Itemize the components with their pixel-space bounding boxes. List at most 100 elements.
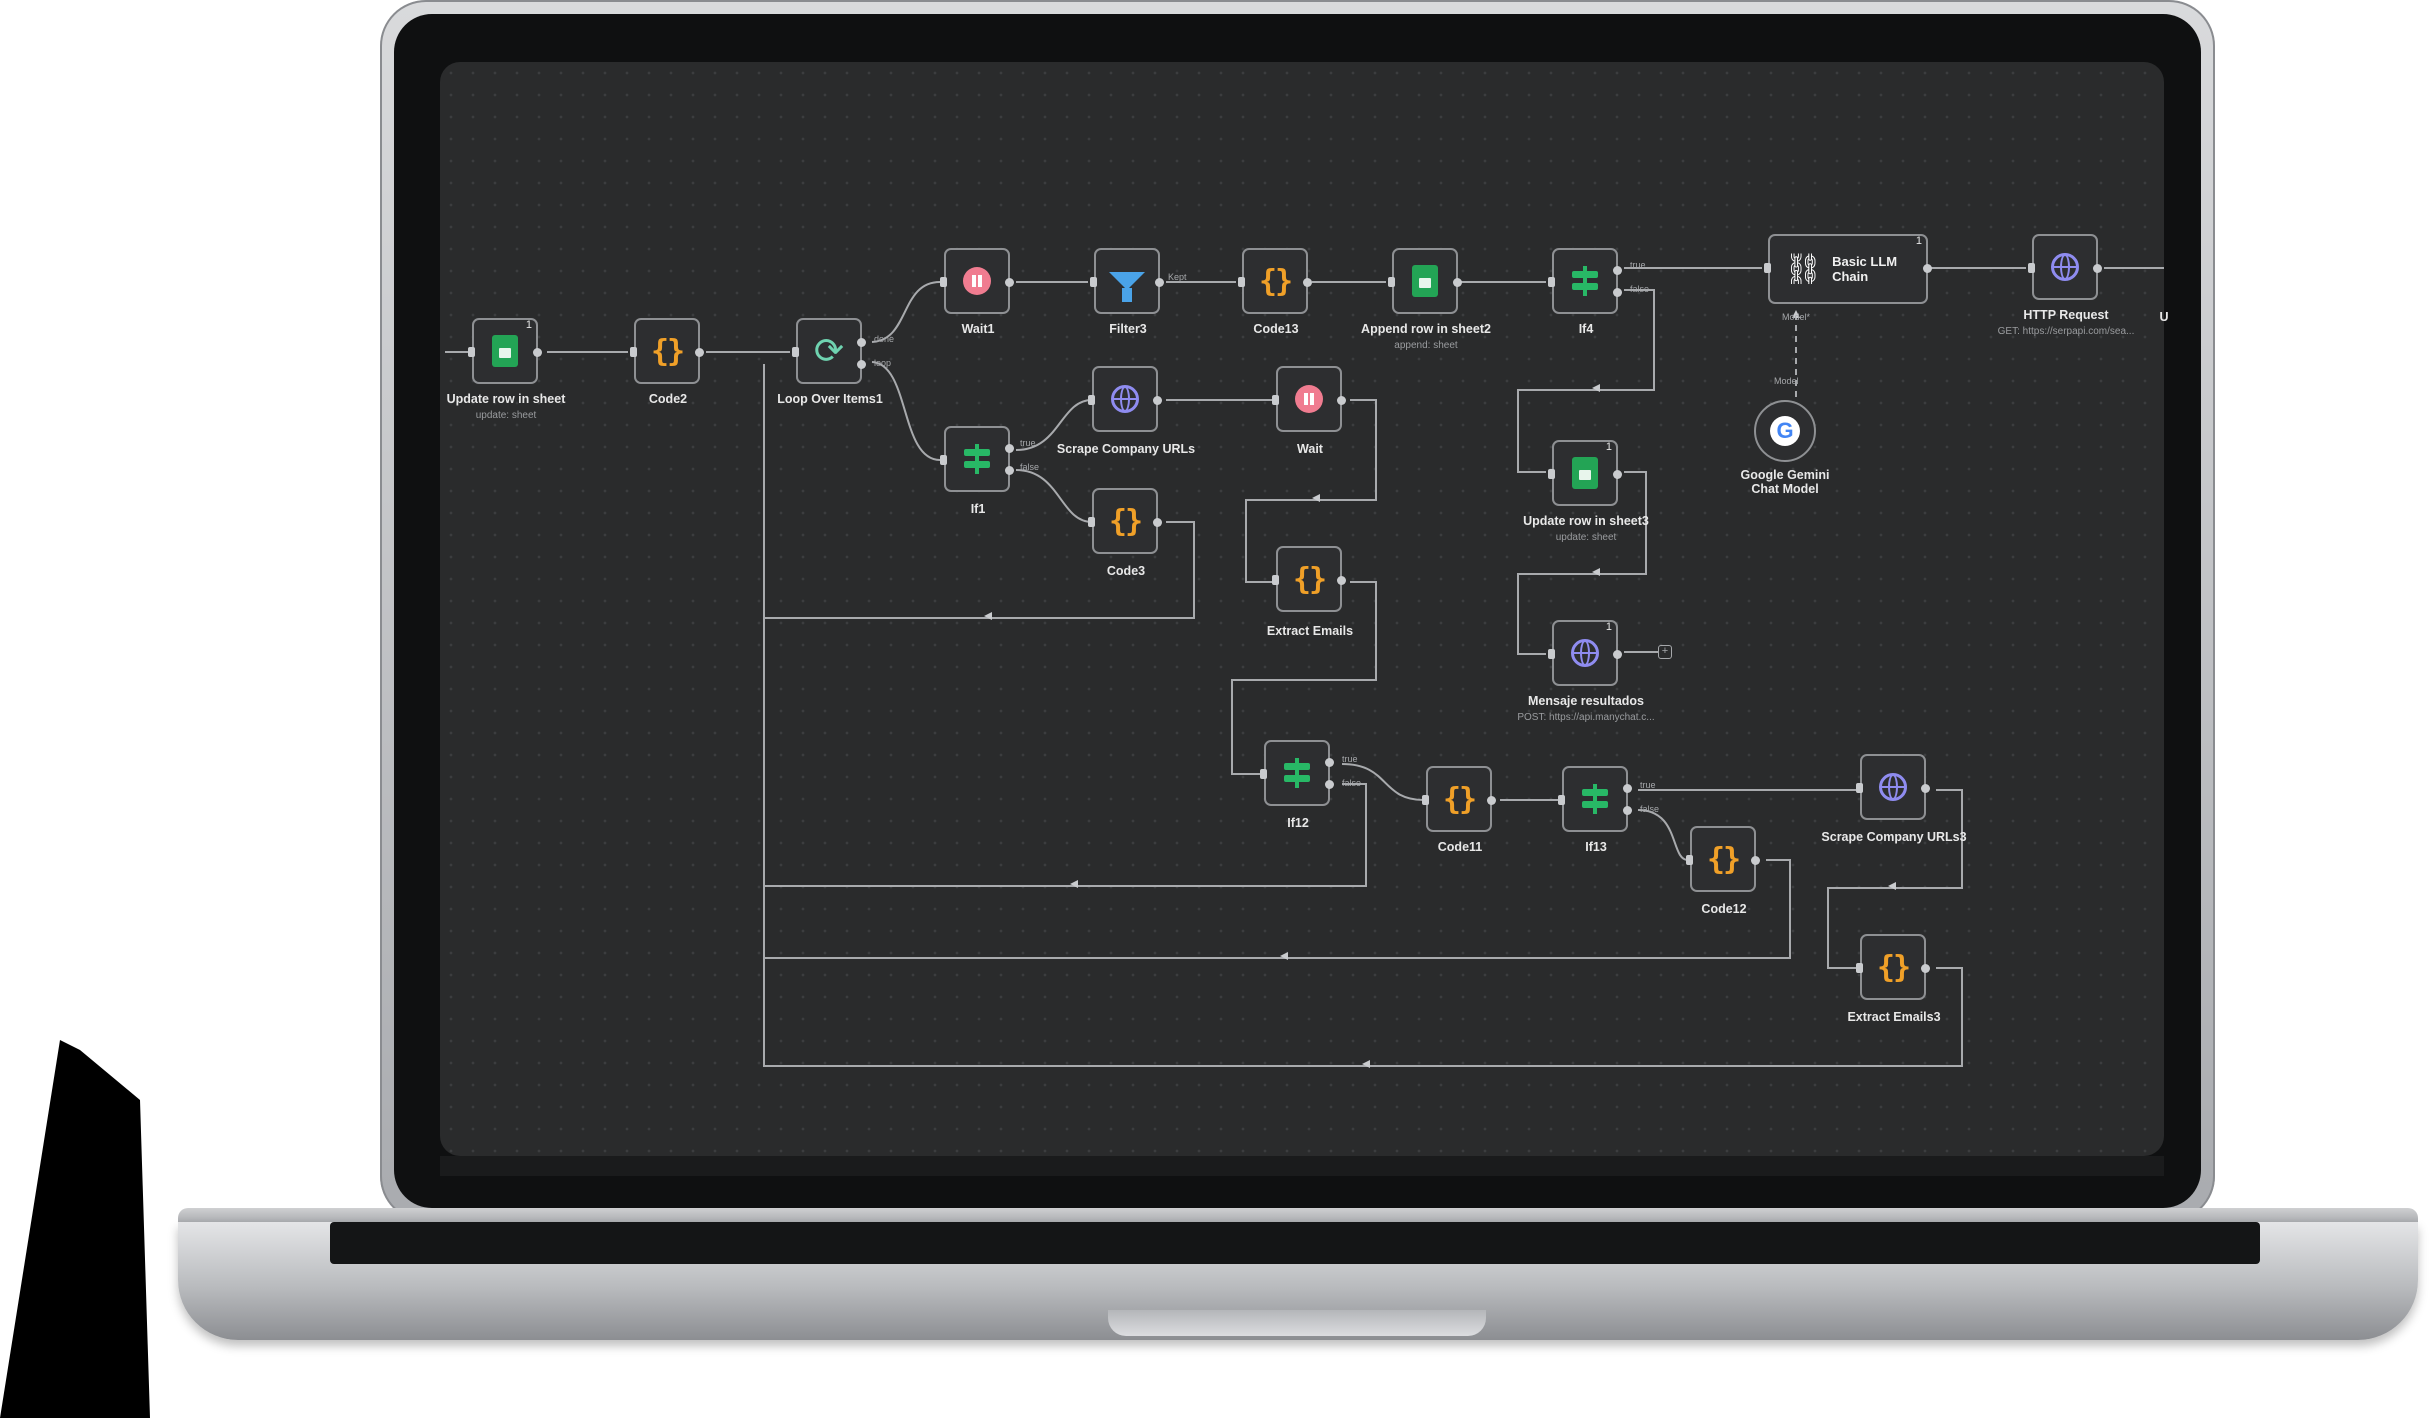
output-port[interactable] — [2093, 264, 2102, 273]
node-label: Filter3 — [1109, 322, 1147, 336]
node-google-gemini[interactable]: G — [1754, 400, 1816, 462]
input-port[interactable] — [1260, 769, 1267, 779]
node-loop-over-items[interactable]: ⟳ — [792, 318, 866, 384]
node-subtitle: append: sheet — [1394, 340, 1458, 351]
input-port[interactable] — [940, 455, 947, 465]
input-port[interactable] — [1238, 277, 1245, 287]
output-port[interactable] — [1613, 470, 1622, 479]
input-port[interactable] — [1548, 649, 1555, 659]
output-port-false[interactable] — [1325, 780, 1334, 789]
output-port[interactable] — [1303, 278, 1312, 287]
input-port[interactable] — [792, 347, 799, 357]
node-update-row-in-sheet[interactable]: 1 — [468, 318, 542, 384]
input-port[interactable] — [1090, 277, 1097, 287]
output-port[interactable] — [533, 348, 542, 357]
input-port[interactable] — [1388, 277, 1395, 287]
node-code11[interactable]: {} — [1422, 766, 1496, 832]
input-port[interactable] — [1764, 263, 1771, 273]
input-port[interactable] — [468, 347, 475, 357]
node-update-row-in-sheet3[interactable]: 1 — [1548, 440, 1622, 506]
node-if1[interactable] — [940, 426, 1014, 492]
globe-icon — [1111, 385, 1139, 413]
if-branch-icon — [1570, 266, 1600, 296]
node-label: Scrape Company URLs3 — [1821, 830, 1967, 844]
output-port-false[interactable] — [1005, 466, 1014, 475]
wire — [871, 281, 941, 343]
node-subtitle: update: sheet — [475, 410, 537, 421]
output-port[interactable] — [1153, 396, 1162, 405]
code-braces-icon: {} — [1706, 841, 1741, 877]
node-if12[interactable] — [1260, 740, 1334, 806]
output-port-true[interactable] — [1623, 784, 1632, 793]
output-port-false[interactable] — [1613, 288, 1622, 297]
output-port[interactable] — [1153, 518, 1162, 527]
output-tag-false: false — [1640, 804, 1660, 814]
output-port[interactable] — [1613, 650, 1622, 659]
if-branch-icon — [1282, 758, 1312, 788]
google-sheets-icon — [492, 335, 518, 367]
output-port[interactable] — [1751, 856, 1760, 865]
globe-icon — [2051, 253, 2079, 281]
node-code3[interactable]: {} — [1088, 488, 1162, 554]
node-if4[interactable] — [1548, 248, 1622, 314]
output-port[interactable] — [1337, 396, 1346, 405]
output-port[interactable] — [1005, 278, 1014, 287]
output-tag-false: false — [1020, 462, 1040, 472]
input-port[interactable] — [1686, 855, 1693, 865]
node-subtitle: POST: https://api.manychat.c... — [1517, 712, 1655, 723]
node-http-request[interactable] — [2028, 234, 2102, 300]
node-append-row-in-sheet2[interactable] — [1388, 248, 1462, 314]
input-port[interactable] — [1088, 395, 1095, 405]
input-port[interactable] — [1856, 963, 1863, 973]
node-code2[interactable]: {} — [630, 318, 704, 384]
node-scrape-company-urls[interactable] — [1088, 366, 1162, 432]
output-port[interactable] — [1155, 278, 1164, 287]
output-port-true[interactable] — [1005, 444, 1014, 453]
node-basic-llm-chain[interactable]: 1 ⛓ Basic LLM Chain — [1764, 234, 1932, 304]
output-port-true[interactable] — [1613, 266, 1622, 275]
output-port-done[interactable] — [857, 338, 866, 347]
if-branch-icon — [962, 444, 992, 474]
input-port[interactable] — [1548, 469, 1555, 479]
output-port[interactable] — [1487, 796, 1496, 805]
output-port[interactable] — [1921, 964, 1930, 973]
node-extract-emails3[interactable]: {} — [1856, 934, 1930, 1000]
node-code12[interactable]: {} — [1686, 826, 1760, 892]
node-label: Loop Over Items1 — [777, 392, 883, 406]
input-port[interactable] — [1558, 795, 1565, 805]
node-mensaje-resultados[interactable]: 1 — [1548, 620, 1622, 686]
input-port[interactable] — [1272, 575, 1279, 585]
output-port[interactable] — [1923, 264, 1932, 273]
output-port-true[interactable] — [1325, 758, 1334, 767]
node-filter3[interactable] — [1090, 248, 1164, 314]
node-extract-emails[interactable]: {} — [1272, 546, 1346, 612]
filter-icon — [1109, 272, 1145, 302]
node-scrape-company-urls3[interactable] — [1856, 754, 1930, 820]
output-port[interactable] — [695, 348, 704, 357]
node-code13[interactable]: {} — [1238, 248, 1312, 314]
node-badge: 1 — [1605, 441, 1612, 453]
input-port[interactable] — [1272, 395, 1279, 405]
output-port[interactable] — [1453, 278, 1462, 287]
node-subtitle: update: sheet — [1555, 532, 1617, 543]
input-port[interactable] — [1548, 277, 1555, 287]
input-port[interactable] — [1088, 517, 1095, 527]
input-port[interactable] — [630, 347, 637, 357]
output-port[interactable] — [1921, 784, 1930, 793]
add-node-button[interactable]: + — [1658, 645, 1672, 659]
node-label: Update row in sheet — [446, 392, 566, 406]
input-port[interactable] — [1422, 795, 1429, 805]
google-sheets-icon — [1572, 457, 1598, 489]
output-port[interactable] — [1337, 576, 1346, 585]
output-port-loop[interactable] — [857, 360, 866, 369]
input-port[interactable] — [940, 277, 947, 287]
input-port[interactable] — [1856, 783, 1863, 793]
node-if13[interactable] — [1558, 766, 1632, 832]
output-port-false[interactable] — [1623, 806, 1632, 815]
node-wait[interactable] — [1272, 366, 1346, 432]
input-port[interactable] — [2028, 263, 2035, 273]
node-wait1[interactable] — [940, 248, 1014, 314]
node-label: If13 — [1585, 840, 1607, 854]
globe-icon — [1879, 773, 1907, 801]
if-branch-icon — [1580, 784, 1610, 814]
